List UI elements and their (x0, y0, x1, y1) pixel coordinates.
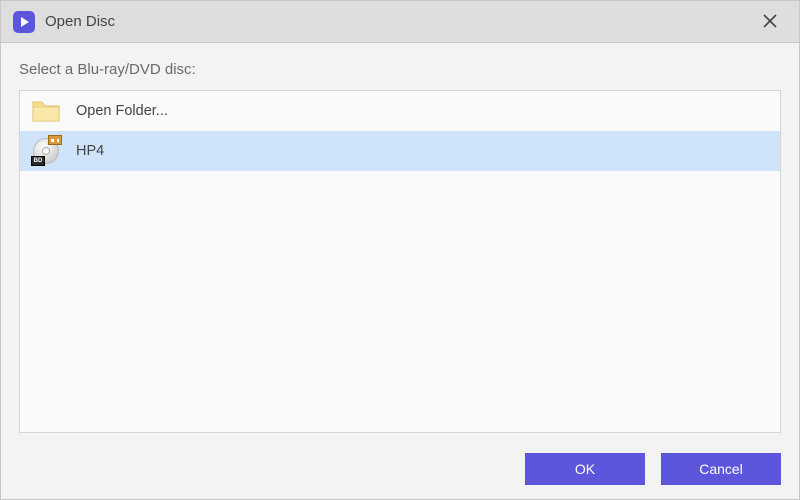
list-item-open-folder[interactable]: Open Folder... (20, 91, 780, 131)
ok-button[interactable]: OK (525, 453, 645, 485)
button-row: OK Cancel (1, 441, 799, 499)
open-disc-dialog: Open Disc Select a Blu-ray/DVD disc: Ope… (0, 0, 800, 500)
close-button[interactable] (755, 9, 785, 35)
dialog-content: Select a Blu-ray/DVD disc: Open Folder..… (1, 43, 799, 441)
prompt-label: Select a Blu-ray/DVD disc: (19, 61, 781, 78)
close-icon (763, 12, 777, 32)
window-title: Open Disc (45, 13, 115, 30)
titlebar: Open Disc (1, 1, 799, 43)
app-play-icon (13, 11, 35, 33)
disc-listbox[interactable]: Open Folder... BD HP4 (19, 90, 781, 433)
list-item-label: HP4 (76, 143, 104, 159)
list-item-label: Open Folder... (76, 103, 168, 119)
folder-icon (32, 97, 60, 125)
cancel-button[interactable]: Cancel (661, 453, 781, 485)
list-item-disc[interactable]: BD HP4 (20, 131, 780, 171)
bluray-disc-icon: BD (32, 137, 60, 165)
